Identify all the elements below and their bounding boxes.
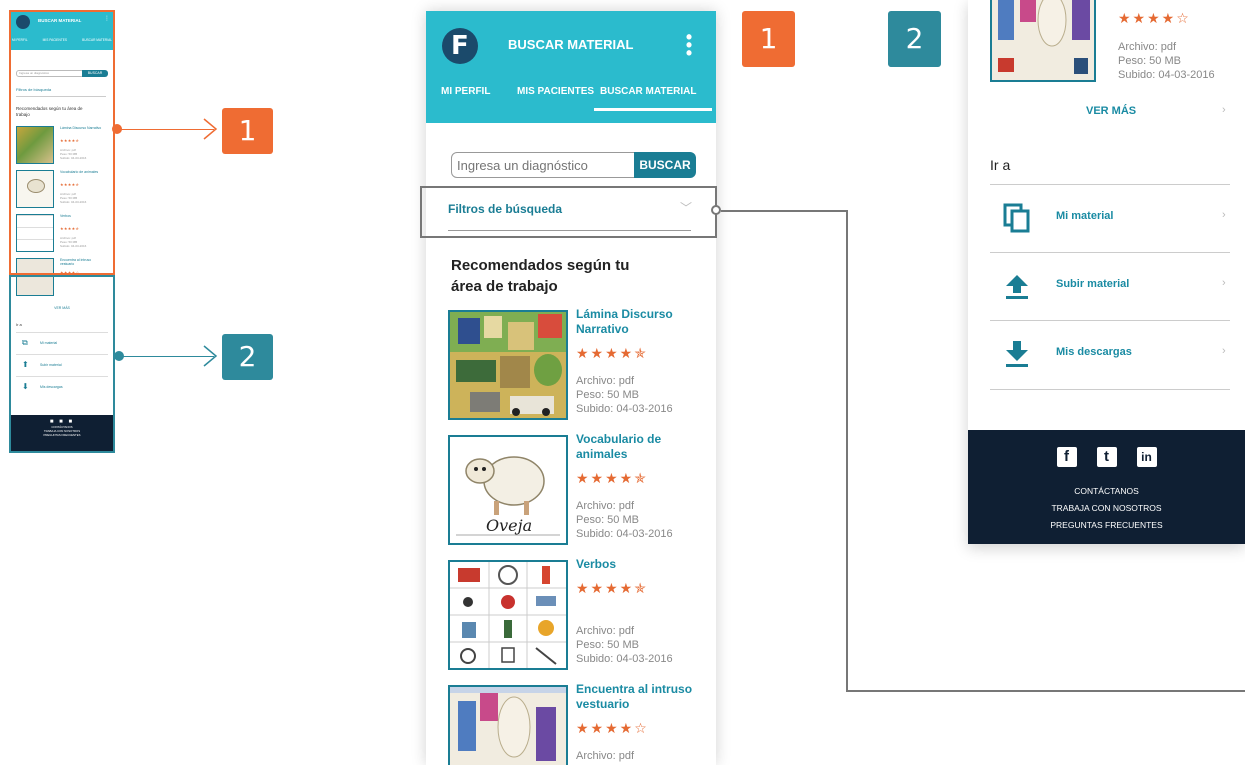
material-item[interactable]: Encuentra al intruso vestuario ★★★★☆ Arc… xyxy=(448,682,708,765)
file-size: Peso: 50 MB xyxy=(576,389,639,401)
diagnosis-search-input[interactable] xyxy=(451,152,637,178)
chevron-right-icon: › xyxy=(1222,277,1226,289)
nav-item-mis-descargas[interactable]: Mis descargas › xyxy=(990,320,1230,390)
connector-line xyxy=(846,690,1245,692)
material-title[interactable]: Verbos xyxy=(576,557,701,572)
file-type: Archivo: pdf xyxy=(576,625,635,637)
file-type: Archivo: pdf xyxy=(576,500,635,512)
callout-line-1 xyxy=(118,129,214,130)
file-type: Archivo: pdf xyxy=(576,375,635,387)
site-footer: f t in CONTÁCTANOS TRABAJA CON NOSOTROS … xyxy=(968,430,1245,544)
upload-icon xyxy=(1006,275,1028,299)
callout-line-2 xyxy=(120,356,214,357)
material-meta: Archivo: pdf Peso: 50 MB Subido: 04-03-2… xyxy=(1118,40,1215,82)
file-size: Peso: 50 MB xyxy=(576,639,639,651)
page-title: BUSCAR MATERIAL xyxy=(508,37,634,52)
footer-link-contact[interactable]: CONTÁCTANOS xyxy=(968,483,1245,500)
clothing-image xyxy=(450,687,566,761)
file-type: Archivo: pdf xyxy=(1118,41,1177,53)
rating-stars: ★★★★✯ xyxy=(576,345,648,361)
chevron-right-icon: › xyxy=(1222,209,1226,221)
chevron-right-icon: › xyxy=(1222,345,1226,357)
tab-buscar-material[interactable]: BUSCAR MATERIAL xyxy=(600,86,696,97)
rating-stars: ★★★★☆ xyxy=(576,720,649,736)
file-type: Archivo: pdf xyxy=(576,750,635,762)
nav-label: Mis descargas xyxy=(1056,346,1132,358)
nav-item-subir-material[interactable]: Subir material › xyxy=(990,252,1230,321)
material-meta: Archivo: pdf Peso: 50 MB Subido: 04-03-2… xyxy=(576,499,673,541)
file-size: Peso: 50 MB xyxy=(576,514,639,526)
sheep-caption: Oveja xyxy=(486,516,532,535)
clothing-image xyxy=(998,0,1090,74)
footer-link-careers[interactable]: TRABAJA CON NOSOTROS xyxy=(968,500,1245,517)
material-item[interactable]: Oveja Vocabulario de animales ★★★★✯ Arch… xyxy=(448,432,708,547)
nav-label: Mi material xyxy=(1056,210,1114,222)
app-logo[interactable]: F xyxy=(442,28,478,64)
go-to-heading: Ir a xyxy=(990,157,1011,173)
phone-screen-2: ★★★★☆ Archivo: pdf Peso: 50 MB Subido: 0… xyxy=(968,0,1245,544)
material-thumbnail[interactable] xyxy=(448,560,568,670)
verbs-grid-image xyxy=(450,562,566,668)
copy-icon xyxy=(1003,203,1030,233)
connector-line xyxy=(846,210,848,692)
material-item[interactable]: Verbos ★★★★✯ Archivo: pdf Peso: 50 MB Su… xyxy=(448,557,708,672)
section-badge-2: 2 xyxy=(888,11,941,67)
footer-link-faq[interactable]: PREGUNTAS FRECUENTES xyxy=(968,517,1245,534)
rating-stars: ★★★★✯ xyxy=(576,470,648,486)
file-size: Peso: 50 MB xyxy=(1118,55,1181,67)
phone-screen-1: F BUSCAR MATERIAL • • • MI PERFIL MIS PACI… xyxy=(426,11,716,765)
callout-badge-1: 1 xyxy=(222,108,273,154)
arrow-right-icon xyxy=(203,345,218,367)
material-thumbnail[interactable] xyxy=(448,685,568,765)
material-thumbnail[interactable] xyxy=(990,0,1096,82)
material-thumbnail[interactable]: Oveja xyxy=(448,435,568,545)
linkedin-icon[interactable]: in xyxy=(1136,447,1157,467)
overview-frame-1 xyxy=(9,10,115,275)
upload-date: Subido: 04-03-2016 xyxy=(576,528,673,540)
filter-highlight-box xyxy=(420,186,717,238)
tab-mi-perfil[interactable]: MI PERFIL xyxy=(441,86,490,97)
ver-mas-link[interactable]: VER MÁS xyxy=(1086,105,1136,117)
connector-dot xyxy=(711,205,721,215)
kebab-menu-icon[interactable]: • • • xyxy=(684,28,694,62)
material-title[interactable]: Lámina Discurso Narrativo xyxy=(576,307,701,337)
upload-date: Subido: 04-03-2016 xyxy=(576,653,673,665)
download-icon xyxy=(1006,341,1028,367)
nav-label: Subir material xyxy=(1056,278,1130,290)
material-meta: Archivo: pdf Peso: 50 MB Subido: 04-03-2… xyxy=(576,624,673,666)
chevron-right-icon[interactable]: › xyxy=(1222,104,1226,116)
material-meta: Archivo: pdf Peso: 50 MB Subido: 04-03-2… xyxy=(576,374,673,416)
arrow-right-icon xyxy=(203,118,218,140)
upload-date: Subido: 04-03-2016 xyxy=(576,403,673,415)
active-tab-indicator xyxy=(594,108,712,111)
nav-item-mi-material[interactable]: Mi material › xyxy=(990,184,1230,253)
logo-letter: F xyxy=(451,31,469,61)
search-button[interactable]: BUSCAR xyxy=(634,152,696,178)
social-links: f t in xyxy=(968,447,1245,467)
material-thumbnail[interactable] xyxy=(448,310,568,420)
material-title[interactable]: Vocabulario de animales xyxy=(576,432,701,462)
rating-stars: ★★★★✯ xyxy=(576,580,648,596)
recommended-heading: Recomendados según tu área de trabajo xyxy=(451,257,630,295)
upload-date: Subido: 04-03-2016 xyxy=(1118,69,1215,81)
material-title[interactable]: Encuentra al intruso vestuario xyxy=(576,682,701,712)
material-meta: Archivo: pdf xyxy=(576,749,634,763)
overview-frame-2 xyxy=(9,275,115,453)
callout-badge-2: 2 xyxy=(222,334,273,380)
section-badge-1: 1 xyxy=(742,11,795,67)
footer-links: CONTÁCTANOS TRABAJA CON NOSOTROS PREGUNT… xyxy=(968,483,1245,534)
sheep-image: Oveja xyxy=(456,456,560,536)
app-header: F BUSCAR MATERIAL • • • MI PERFIL MIS PACI… xyxy=(426,11,716,123)
material-item[interactable]: Lámina Discurso Narrativo ★★★★✯ Archivo:… xyxy=(448,307,708,422)
facebook-icon[interactable]: f xyxy=(1056,447,1077,467)
tab-mis-pacientes[interactable]: MIS PACIENTES xyxy=(517,86,594,97)
twitter-icon[interactable]: t xyxy=(1096,447,1117,467)
connector-line xyxy=(721,210,847,212)
narrative-scene-image xyxy=(450,312,566,418)
rating-stars: ★★★★☆ xyxy=(1118,10,1191,26)
